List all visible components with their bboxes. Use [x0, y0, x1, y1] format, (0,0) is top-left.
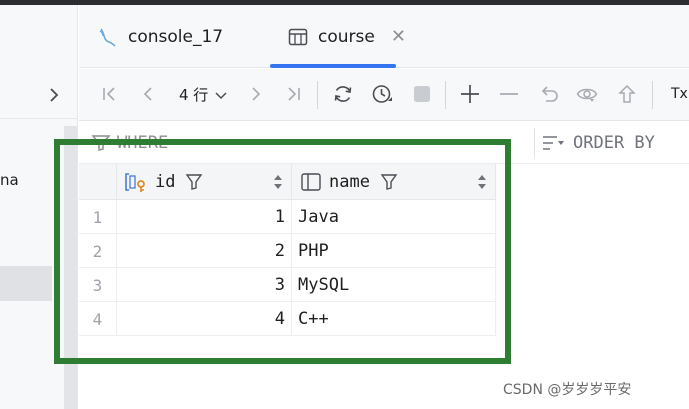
column-header-name[interactable]: name	[291, 164, 496, 200]
sort-icon[interactable]	[273, 174, 283, 190]
sort-order-icon	[543, 136, 564, 150]
row-number: 4	[92, 309, 103, 329]
refresh-icon[interactable]	[332, 83, 354, 105]
history-icon[interactable]	[371, 83, 393, 105]
toolbar-separator	[317, 81, 318, 109]
cell-id[interactable]: 1	[116, 200, 291, 234]
order-by-label: ORDER BY	[573, 133, 655, 153]
left-panel-item-text: na	[0, 171, 19, 189]
column-header-id[interactable]: id	[116, 164, 291, 200]
row-number: 2	[92, 241, 103, 261]
editor-tabs: console_17 course ✕	[79, 5, 689, 68]
tab-course-label: course	[318, 26, 375, 47]
next-page-icon[interactable]	[245, 83, 267, 105]
tab-course[interactable]: course ✕	[287, 5, 406, 68]
chevron-right-icon[interactable]	[44, 85, 64, 105]
cell-id[interactable]: 3	[116, 268, 291, 302]
first-page-icon[interactable]	[99, 83, 121, 105]
last-page-icon[interactable]	[282, 83, 304, 105]
filter-separator	[534, 128, 535, 158]
left-panel-selected-item[interactable]	[0, 266, 52, 301]
where-label: WHERE	[117, 133, 169, 153]
table-row[interactable]: 2 2 PHP	[79, 234, 496, 268]
filter-icon	[91, 135, 111, 151]
column-icon	[301, 173, 321, 191]
tab-console[interactable]: console_17	[97, 5, 223, 68]
data-toolbar: 4 行 Tx	[79, 69, 689, 121]
filter-bar: WHERE ORDER BY	[79, 122, 689, 164]
row-number: 1	[92, 207, 103, 227]
left-panel-header	[0, 69, 78, 119]
toolbar-separator	[445, 81, 446, 109]
console-icon	[99, 28, 116, 47]
table-row[interactable]: 1 1 Java	[79, 200, 496, 234]
key-column-icon	[125, 173, 145, 192]
column-filter-icon[interactable]	[380, 173, 398, 191]
close-icon[interactable]: ✕	[391, 26, 406, 47]
column-filter-icon[interactable]	[185, 173, 203, 191]
sort-icon[interactable]	[477, 174, 487, 190]
table-row[interactable]: 4 4 C++	[79, 302, 496, 336]
left-panel-scrollbar[interactable]	[64, 126, 77, 409]
tab-console-label: console_17	[128, 26, 224, 47]
grid-header: id name	[79, 164, 496, 200]
stop-icon[interactable]	[411, 83, 433, 105]
submit-icon[interactable]	[616, 83, 638, 105]
row-number: 3	[92, 275, 103, 295]
rows-count-dropdown[interactable]: 4 行	[179, 84, 228, 105]
rows-count-label: 4 行	[179, 86, 209, 104]
cell-id[interactable]: 2	[116, 234, 291, 268]
where-filter[interactable]: WHERE	[91, 133, 168, 153]
delete-row-icon[interactable]	[498, 83, 520, 105]
cell-name[interactable]: C++	[291, 302, 496, 336]
add-row-icon[interactable]	[459, 83, 481, 105]
left-panel: na	[0, 5, 78, 409]
column-header-name-label: name	[329, 172, 370, 192]
table-icon	[288, 28, 308, 45]
active-tab-indicator	[270, 64, 396, 68]
toolbar-separator	[652, 81, 653, 109]
revert-icon[interactable]	[538, 83, 560, 105]
cell-name[interactable]: MySQL	[291, 268, 496, 302]
cell-name[interactable]: Java	[291, 200, 496, 234]
transaction-mode-label[interactable]: Tx	[671, 86, 688, 102]
preview-icon[interactable]	[576, 83, 598, 105]
cell-name[interactable]: PHP	[291, 234, 496, 268]
prev-page-icon[interactable]	[137, 83, 159, 105]
rows-dropdown-icon	[215, 91, 227, 99]
watermark: CSDN @岁岁岁平安	[503, 382, 632, 398]
cell-id[interactable]: 4	[116, 302, 291, 336]
table-row[interactable]: 3 3 MySQL	[79, 268, 496, 302]
order-by-filter[interactable]: ORDER BY	[541, 133, 655, 153]
column-header-id-label: id	[155, 172, 176, 192]
